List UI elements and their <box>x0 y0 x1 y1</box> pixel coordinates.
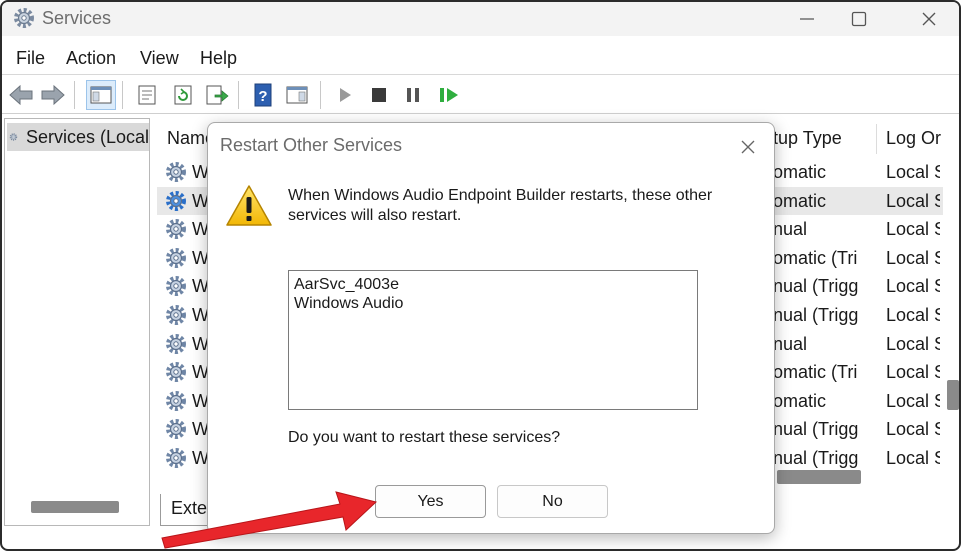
pause-icon <box>407 88 419 102</box>
service-startup-type: omatic <box>773 390 827 411</box>
play-icon <box>340 88 351 102</box>
export-list-button[interactable] <box>202 80 232 110</box>
column-header-log-on-as[interactable]: Log Or <box>886 118 946 158</box>
close-button[interactable] <box>899 2 959 36</box>
console-tree-icon <box>90 86 112 104</box>
dialog-title: Restart Other Services <box>220 135 403 155</box>
maximize-icon <box>851 11 867 27</box>
title-bar[interactable]: Services <box>2 2 959 36</box>
service-startup-type: omatic (Tri <box>773 247 858 268</box>
gear-icon <box>166 190 186 211</box>
gear-icon <box>9 133 18 141</box>
service-log-on-as: Local S <box>886 190 940 211</box>
back-arrow-icon <box>9 84 33 106</box>
stop-service-button[interactable] <box>364 80 394 110</box>
properties-icon <box>138 85 156 105</box>
gear-icon <box>166 448 186 468</box>
minimize-icon <box>800 18 814 20</box>
gear-icon <box>166 276 186 297</box>
service-log-on-as: Local S <box>886 247 940 268</box>
stop-icon <box>372 88 386 102</box>
dialog-close-button[interactable] <box>734 133 762 161</box>
list-horizontal-scrollbar-thumb[interactable] <box>777 470 861 484</box>
action-pane-icon <box>286 86 308 104</box>
service-log-on-as: Local S <box>886 419 940 440</box>
restart-icon <box>440 88 458 102</box>
restart-service-button[interactable] <box>434 80 464 110</box>
show-hide-action-pane-button[interactable] <box>282 80 312 110</box>
column-header-startup-type[interactable]: tup Type <box>773 118 873 158</box>
gear-icon <box>166 305 186 325</box>
services-to-restart-list[interactable]: AarSvc_4003e Windows Audio <box>288 270 698 410</box>
gear-icon <box>166 219 186 240</box>
toolbar: ? <box>2 74 959 114</box>
toolbar-separator <box>74 81 75 109</box>
service-startup-type: nual (Trigg <box>773 305 859 325</box>
back-button[interactable] <box>6 80 36 110</box>
service-startup-type: omatic <box>773 162 827 182</box>
window-title: Services <box>42 8 112 28</box>
gear-icon <box>166 419 186 440</box>
help-button[interactable]: ? <box>248 80 278 110</box>
start-service-button[interactable] <box>330 80 360 110</box>
forward-button[interactable] <box>38 80 68 110</box>
warning-icon <box>226 185 272 226</box>
export-icon <box>206 85 229 105</box>
console-tree-pane[interactable]: Services (Local <box>4 118 150 526</box>
maximize-button[interactable] <box>829 2 889 36</box>
close-icon <box>922 12 936 26</box>
properties-button[interactable] <box>132 80 162 110</box>
service-log-on-as: Local S <box>886 333 940 354</box>
show-hide-console-tree-button[interactable] <box>86 80 116 110</box>
gear-icon <box>166 247 186 268</box>
refresh-button[interactable] <box>168 80 198 110</box>
minimize-button[interactable] <box>777 2 837 36</box>
toolbar-separator <box>122 81 123 109</box>
service-log-on-as: Local S <box>886 362 940 383</box>
no-button[interactable]: No <box>497 485 608 518</box>
list-vertical-scrollbar-thumb[interactable] <box>947 380 959 410</box>
service-log-on-as: Local S <box>886 390 940 411</box>
menu-action[interactable]: Action <box>66 48 116 69</box>
menu-file[interactable]: File <box>16 48 45 69</box>
tree-item-label: Services (Local <box>25 126 149 147</box>
gear-icon <box>166 390 186 411</box>
list-item: AarSvc_4003e <box>294 276 399 293</box>
red-arrow-annotation <box>161 491 378 549</box>
service-startup-type: nual <box>773 219 808 240</box>
forward-arrow-icon <box>41 84 65 106</box>
tree-item-services-local[interactable]: Services (Local <box>7 123 149 151</box>
help-icon: ? <box>254 83 272 107</box>
service-log-on-as: Local S <box>886 162 940 182</box>
menu-help[interactable]: Help <box>200 48 237 69</box>
dialog-question: Do you want to restart these services? <box>288 429 561 446</box>
service-startup-type: nual <box>773 333 808 354</box>
close-icon <box>741 140 755 154</box>
toolbar-separator <box>238 81 239 109</box>
tree-horizontal-scrollbar[interactable] <box>31 501 119 513</box>
menu-bar: File Action View Help <box>2 42 959 72</box>
dialog-message: When Windows Audio Endpoint Builder rest… <box>288 187 713 224</box>
menu-view[interactable]: View <box>140 48 179 69</box>
pause-service-button[interactable] <box>398 80 428 110</box>
list-item: Windows Audio <box>294 295 404 312</box>
gear-icon <box>166 333 186 354</box>
column-divider[interactable] <box>876 124 877 154</box>
service-log-on-as: Local S <box>886 219 940 240</box>
service-startup-type: nual (Trigg <box>773 448 859 468</box>
toolbar-separator <box>320 81 321 109</box>
gear-icon <box>14 8 34 28</box>
service-log-on-as: Local S <box>886 448 940 468</box>
service-log-on-as: Local S <box>886 276 940 297</box>
service-startup-type: omatic <box>773 190 827 211</box>
service-startup-type: omatic (Tri <box>773 362 858 383</box>
yes-button[interactable]: Yes <box>375 485 486 518</box>
gear-icon <box>166 162 186 182</box>
refresh-icon <box>174 85 192 105</box>
service-log-on-as: Local S <box>886 305 940 325</box>
gear-icon <box>166 362 186 383</box>
svg-text:?: ? <box>258 88 267 105</box>
service-startup-type: nual (Trigg <box>773 419 859 440</box>
service-startup-type: nual (Trigg <box>773 276 859 297</box>
